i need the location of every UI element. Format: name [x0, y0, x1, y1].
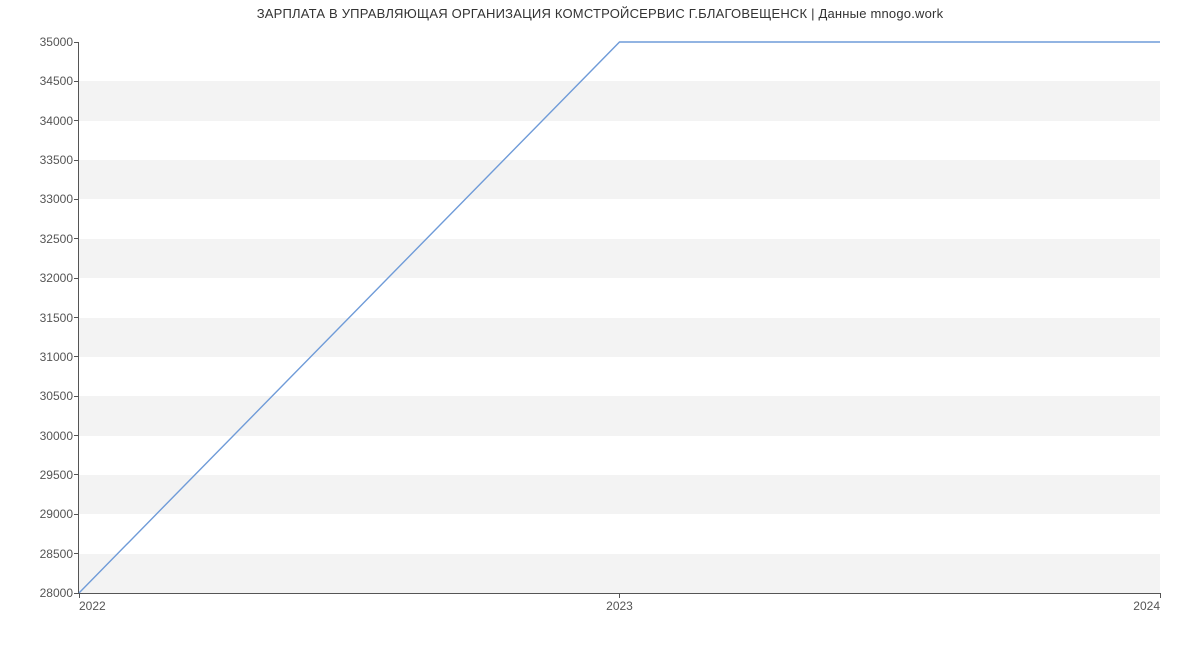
y-tick-mark	[74, 160, 79, 161]
y-tick-mark	[74, 199, 79, 200]
y-tick-mark	[74, 238, 79, 239]
y-tick-mark	[74, 42, 79, 43]
y-tick-label: 33500	[3, 153, 79, 167]
series-line	[79, 42, 1160, 593]
chart-container: ЗАРПЛАТА В УПРАВЛЯЮЩАЯ ОРГАНИЗАЦИЯ КОМСТ…	[0, 0, 1200, 650]
y-tick-label: 28000	[3, 586, 79, 600]
y-tick-mark	[74, 435, 79, 436]
y-tick-label: 32000	[3, 271, 79, 285]
y-tick-label: 34000	[3, 114, 79, 128]
y-tick-label: 34500	[3, 74, 79, 88]
x-tick-mark	[619, 593, 620, 598]
x-tick-mark	[1160, 593, 1161, 598]
line-layer	[79, 42, 1160, 593]
y-tick-mark	[74, 356, 79, 357]
y-tick-label: 33000	[3, 192, 79, 206]
chart-title: ЗАРПЛАТА В УПРАВЛЯЮЩАЯ ОРГАНИЗАЦИЯ КОМСТ…	[0, 6, 1200, 21]
y-tick-mark	[74, 514, 79, 515]
y-tick-label: 32500	[3, 232, 79, 246]
y-tick-mark	[74, 396, 79, 397]
y-tick-mark	[74, 553, 79, 554]
y-tick-label: 31000	[3, 350, 79, 364]
y-tick-label: 28500	[3, 547, 79, 561]
plot-area: 2800028500290002950030000305003100031500…	[78, 42, 1160, 594]
y-tick-label: 35000	[3, 35, 79, 49]
y-tick-label: 29500	[3, 468, 79, 482]
y-tick-label: 30500	[3, 389, 79, 403]
y-tick-mark	[74, 278, 79, 279]
x-tick-label: 2022	[79, 593, 106, 613]
y-tick-label: 31500	[3, 311, 79, 325]
x-tick-mark	[79, 593, 80, 598]
y-tick-label: 29000	[3, 507, 79, 521]
y-tick-mark	[74, 120, 79, 121]
x-tick-label: 2024	[1133, 593, 1160, 613]
y-tick-mark	[74, 474, 79, 475]
y-tick-label: 30000	[3, 429, 79, 443]
y-tick-mark	[74, 81, 79, 82]
y-tick-mark	[74, 317, 79, 318]
